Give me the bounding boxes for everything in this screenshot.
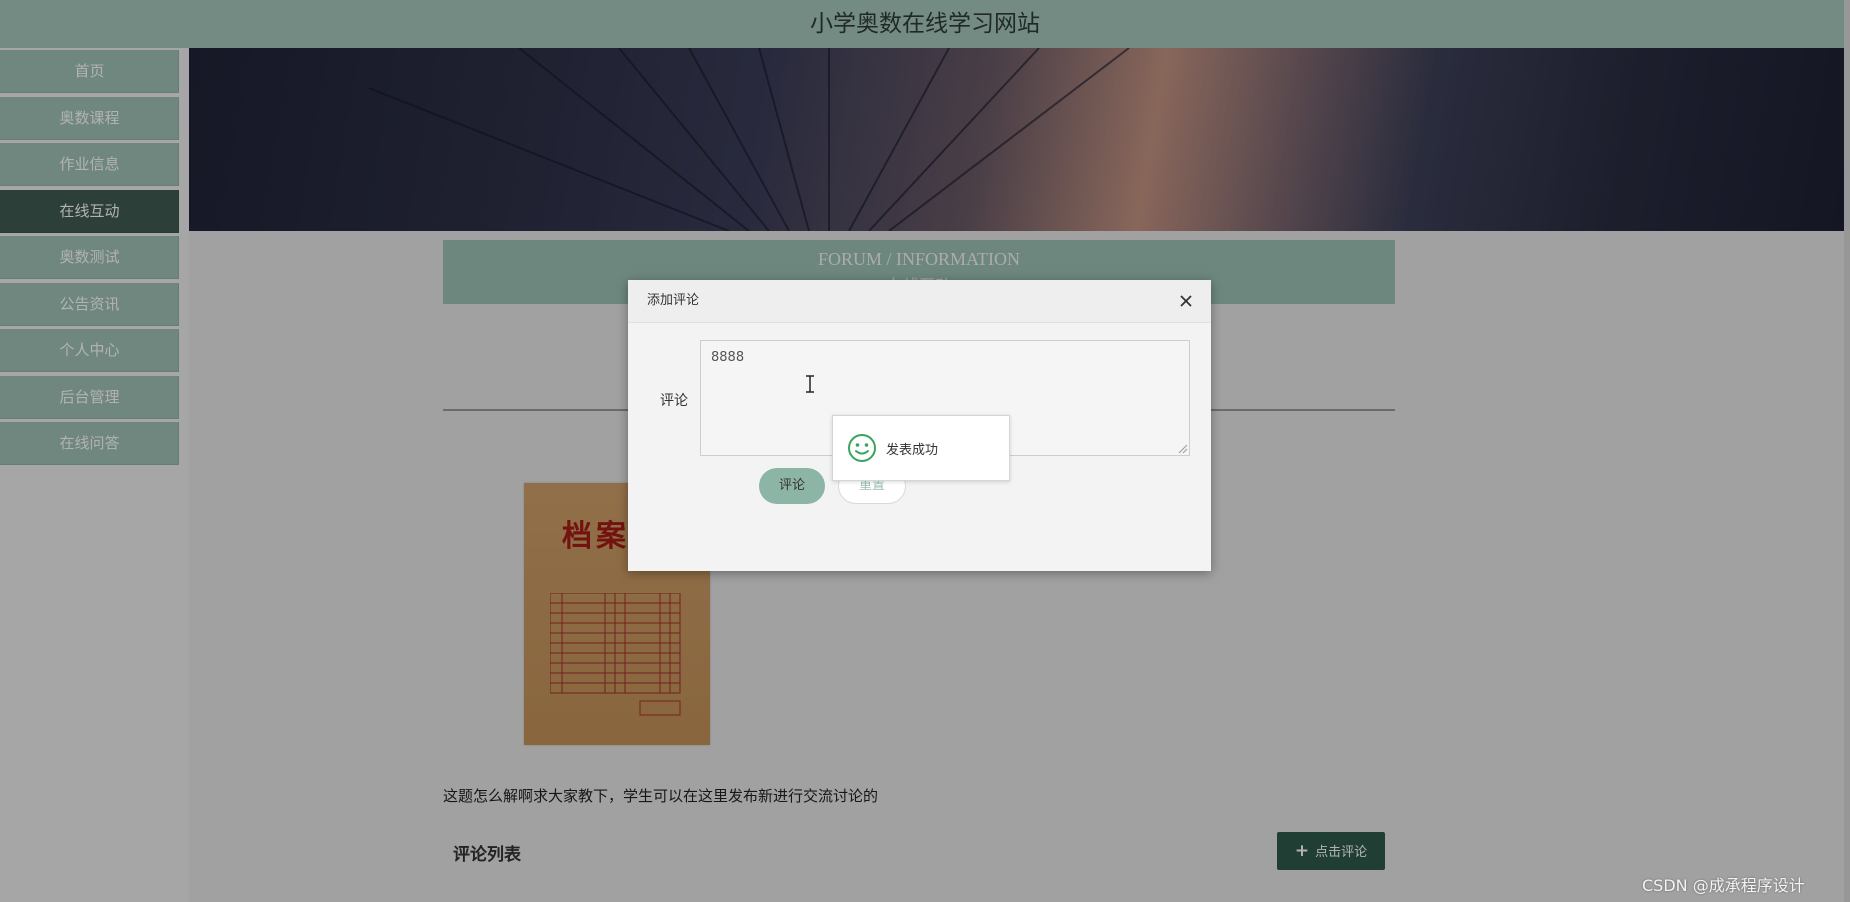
watermark: CSDN @成承程序设计 — [1642, 876, 1805, 895]
toast-message: 发表成功 — [886, 443, 939, 458]
dialog-header: 添加评论 — [628, 280, 1211, 323]
smile-icon — [848, 434, 876, 462]
text-cursor-icon — [806, 375, 814, 393]
close-icon — [1180, 295, 1192, 307]
success-toast: 发表成功 — [832, 415, 1010, 481]
dialog-title: 添加评论 — [647, 293, 700, 308]
resize-grip-icon[interactable] — [1178, 444, 1188, 454]
close-button[interactable] — [1173, 288, 1199, 314]
comment-field-label: 评论 — [660, 393, 688, 409]
submit-comment-button[interactable]: 评论 — [759, 468, 825, 504]
